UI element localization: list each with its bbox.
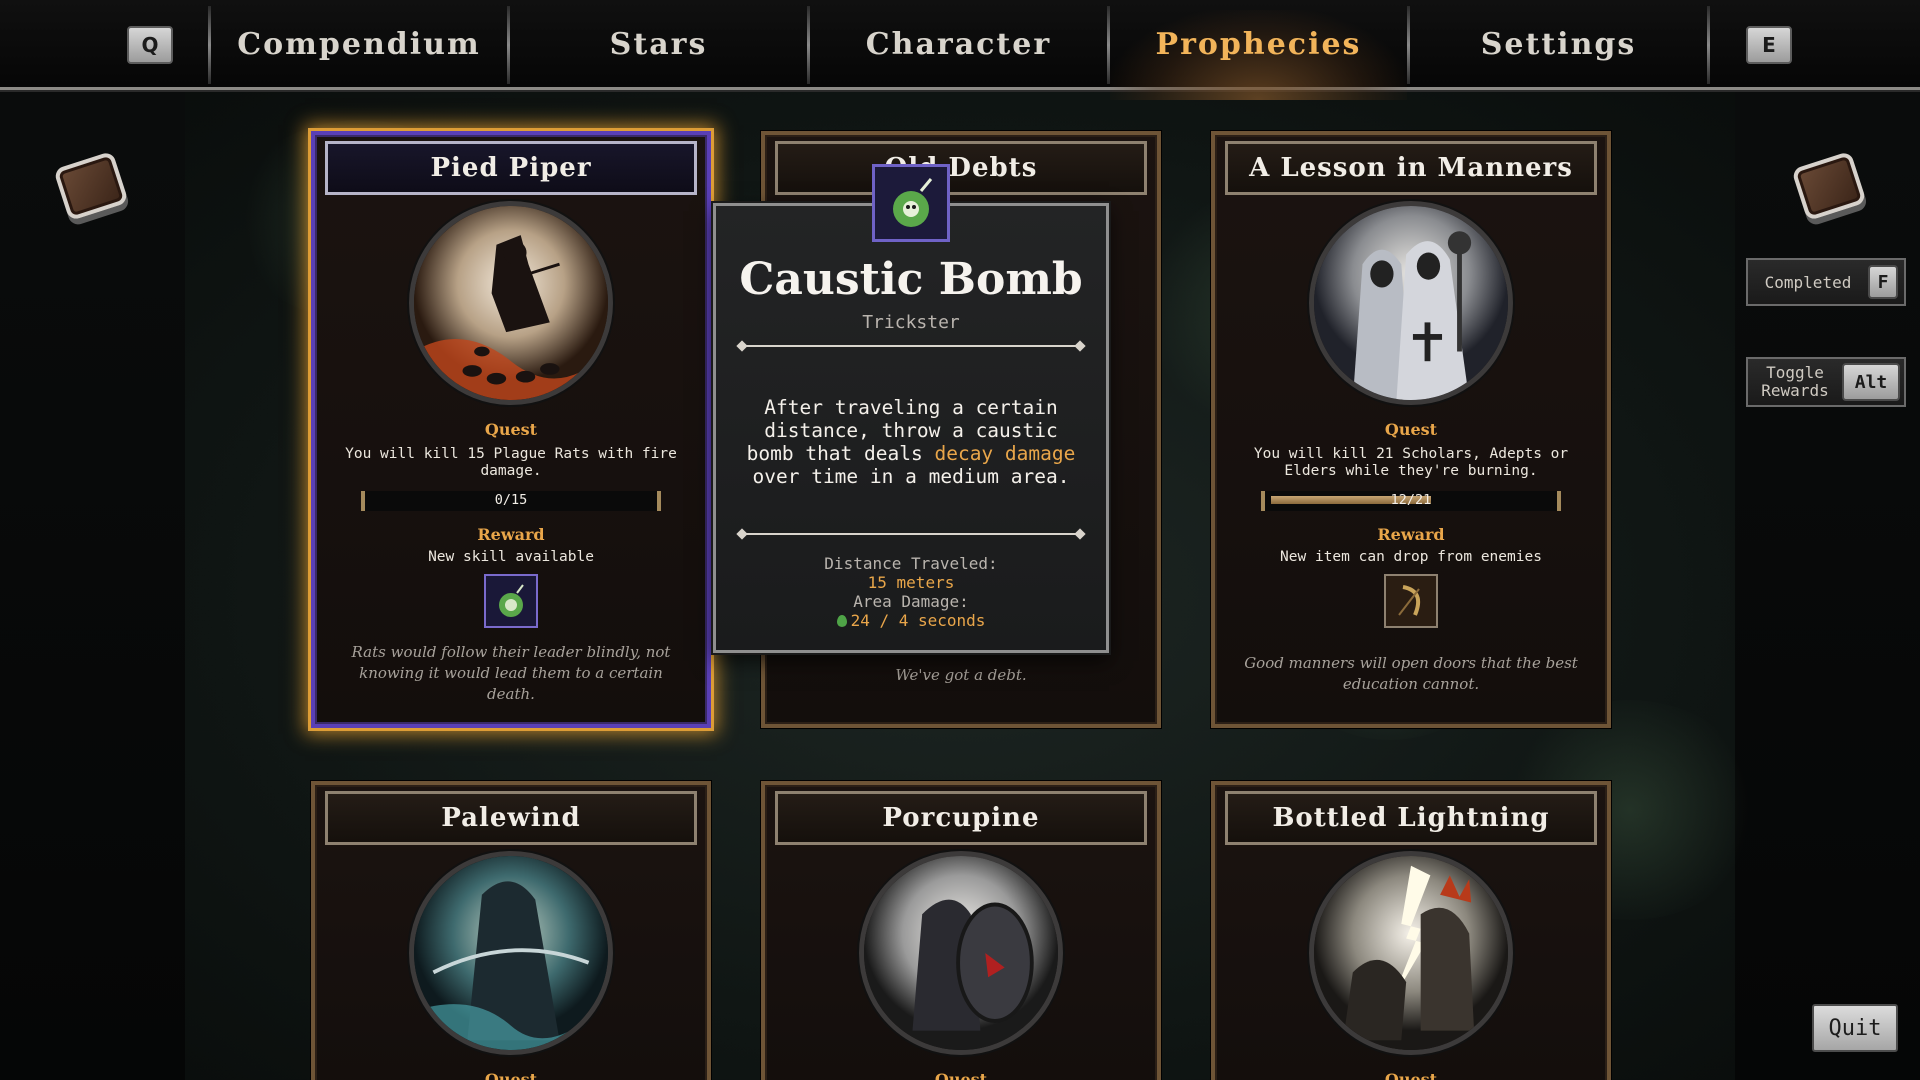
stat-label: Area Damage:: [853, 592, 969, 611]
card-title: Palewind: [325, 791, 697, 845]
bottled-lightning-art: [1309, 851, 1513, 1055]
flavor-text: Good manners will open doors that the be…: [1244, 654, 1578, 693]
tab-compendium[interactable]: Compendium: [211, 0, 507, 88]
next-tab-key[interactable]: E: [1746, 26, 1792, 64]
decay-drop-icon: [836, 615, 847, 627]
book-icon[interactable]: [1788, 145, 1870, 227]
reward-label: Reward: [477, 525, 545, 544]
tooltip-description: After traveling a certain distance, thro…: [736, 396, 1086, 488]
stat-value: 15 meters: [867, 573, 955, 592]
tooltip-title: Caustic Bomb: [739, 254, 1083, 305]
toggle-label: Rewards: [1761, 381, 1829, 400]
quit-button[interactable]: Quit: [1812, 1004, 1898, 1052]
toggle-key: Alt: [1842, 363, 1900, 401]
toggle-label: Toggle: [1766, 363, 1824, 382]
item-reward-icon[interactable]: [1384, 574, 1438, 628]
completed-filter-button[interactable]: Completed F: [1746, 258, 1906, 306]
desc-text: over time in a medium area.: [752, 465, 1070, 488]
palewind-art: [409, 851, 613, 1055]
card-title: A Lesson in Manners: [1225, 141, 1597, 195]
reward-description: New item can drop from enemies: [1280, 549, 1542, 565]
prophecy-card-palewind[interactable]: Palewind Quest: [311, 781, 711, 1080]
stat-label: Distance Traveled:: [824, 554, 998, 573]
tab-separator: [1707, 6, 1710, 84]
tab-character[interactable]: Character: [810, 0, 1107, 88]
quest-label: Quest: [1384, 1070, 1438, 1080]
tab-prophecies[interactable]: Prophecies: [1110, 0, 1407, 88]
lesson-in-manners-art: [1309, 201, 1513, 405]
stat-value: 24 / 4 seconds: [850, 611, 986, 630]
divider: [740, 533, 1082, 535]
divider: [740, 345, 1082, 347]
card-title: Bottled Lightning: [1225, 791, 1597, 845]
left-dark-panel: [0, 90, 185, 1080]
prophecy-card-pied-piper[interactable]: Pied Piper Quest You will kill 15 Plague…: [311, 131, 711, 728]
reward-label: Reward: [1377, 525, 1445, 544]
porcupine-art: [859, 851, 1063, 1055]
completed-label: Completed: [1764, 272, 1852, 292]
caustic-bomb-icon: [872, 164, 950, 242]
tab-settings[interactable]: Settings: [1410, 0, 1707, 88]
card-title: Porcupine: [775, 791, 1147, 845]
completed-key: F: [1868, 265, 1898, 299]
tooltip-class: Trickster: [862, 312, 960, 333]
flavor-text: Rats would follow their leader blindly, …: [351, 643, 671, 703]
pied-piper-art: [409, 201, 613, 405]
quest-label: Quest: [1384, 420, 1438, 439]
flavor-text: We've got a debt.: [895, 666, 1027, 684]
quest-progress-bar: 12/21: [1261, 491, 1561, 511]
top-navigation-bar: Q Compendium Stars Character Prophecies …: [0, 0, 1920, 100]
prophecy-card-a-lesson-in-manners[interactable]: A Lesson in Manners Quest You will kill …: [1211, 131, 1611, 728]
progress-text: 0/15: [494, 492, 528, 508]
card-title: Old Debts: [775, 141, 1147, 195]
right-dark-panel: [1735, 90, 1920, 1080]
quest-label: Quest: [484, 420, 538, 439]
reward-description: New skill available: [428, 549, 594, 565]
prophecy-card-porcupine[interactable]: Porcupine Quest: [761, 781, 1161, 1080]
skill-tooltip: Caustic Bomb Trickster After traveling a…: [713, 164, 1109, 653]
desc-highlight: decay damage: [934, 442, 1076, 465]
tab-stars[interactable]: Stars: [510, 0, 807, 88]
book-icon[interactable]: [50, 145, 132, 227]
quest-progress-bar: 0/15: [361, 491, 661, 511]
quest-label: Quest: [484, 1070, 538, 1080]
quest-description: You will kill 15 Plague Rats with fire d…: [345, 446, 677, 479]
progress-text: 12/21: [1390, 492, 1432, 508]
prev-tab-key[interactable]: Q: [127, 26, 173, 64]
caustic-bomb-skill-icon[interactable]: [484, 574, 538, 628]
quest-label: Quest: [934, 1070, 988, 1080]
prophecy-card-bottled-lightning[interactable]: Bottled Lightning Quest: [1211, 781, 1611, 1080]
toggle-rewards-button[interactable]: Toggle Rewards Alt: [1746, 357, 1906, 407]
card-title: Pied Piper: [325, 141, 697, 195]
tooltip-stats: Distance Traveled: 15 meters Area Damage…: [716, 554, 1106, 630]
quest-description: You will kill 21 Scholars, Adepts or Eld…: [1253, 446, 1569, 479]
